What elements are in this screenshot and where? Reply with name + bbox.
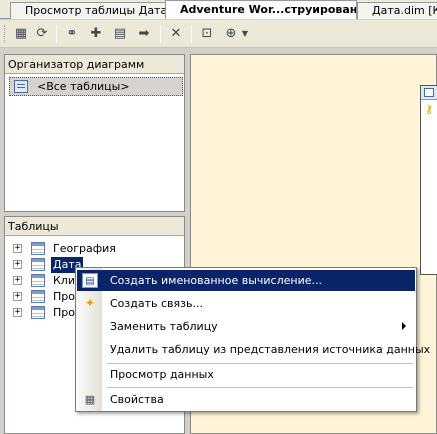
tables-pane-title: Таблицы xyxy=(5,217,184,236)
diagram-table-header[interactable] xyxy=(421,86,437,100)
menu-item-properties[interactable]: ▦ Свойства xyxy=(77,389,415,410)
expand-icon[interactable]: + xyxy=(13,308,22,317)
delete-icon[interactable]: ✕ xyxy=(167,25,185,43)
table-icon xyxy=(31,274,45,287)
diagram-item-all-tables[interactable]: <Все таблицы> xyxy=(9,77,183,96)
new-relationship-icon[interactable]: ⚭ xyxy=(63,25,81,43)
expand-icon[interactable]: + xyxy=(13,244,22,253)
table-label: География xyxy=(53,242,116,255)
diagram-organizer-title: Организатор диаграмм xyxy=(5,55,184,74)
diagram-table-box[interactable]: ⚷ xyxy=(420,85,437,275)
menu-item-explore-data[interactable]: Просмотр данных xyxy=(77,364,415,385)
table-icon xyxy=(31,242,45,255)
add-remove-tables-icon[interactable]: ▦ xyxy=(12,25,30,43)
menu-separator xyxy=(107,387,413,388)
expand-icon[interactable]: + xyxy=(13,292,22,301)
diagram-item-label: <Все таблицы> xyxy=(37,80,130,93)
menu-item-label: Свойства xyxy=(110,393,164,406)
named-calculation-icon: ▤ xyxy=(82,273,98,288)
table-icon xyxy=(31,290,45,303)
zoom-dropdown-icon[interactable]: ▼ xyxy=(240,25,250,43)
designer-toolbar: ▦ ⟳ ⚭ ✚ ▤ ➡ ✕ ⊡ ⊕ ▼ xyxy=(0,20,437,48)
expand-icon[interactable]: + xyxy=(13,260,22,269)
menu-item-new-relationship[interactable]: ✦ Создать связь... xyxy=(77,293,415,314)
toolbar-separator xyxy=(160,25,161,43)
menu-item-label: Просмотр данных xyxy=(110,368,214,381)
toolbar-grip[interactable] xyxy=(4,25,7,43)
toolbar-separator xyxy=(56,25,57,43)
table-icon xyxy=(31,258,45,271)
refresh-icon[interactable]: ⟳ xyxy=(33,25,51,43)
submenu-arrow-icon xyxy=(402,322,406,330)
document-tab-strip: Просмотр таблицы Дата Дата.dim [Ко Adven… xyxy=(0,0,437,19)
key-icon: ⚷ xyxy=(425,103,434,116)
diagram-organizer-pane: Организатор диаграмм <Все таблицы> xyxy=(4,54,185,212)
menu-item-new-named-calculation[interactable]: ▤ Создать именованное вычисление... xyxy=(77,270,415,291)
menu-item-replace-table[interactable]: Заменить таблицу xyxy=(77,316,415,337)
toolbar-separator xyxy=(191,25,192,43)
menu-item-delete-table[interactable]: Удалить таблицу из представления источни… xyxy=(77,339,430,360)
zoom-icon[interactable]: ⊕ xyxy=(222,25,240,43)
properties-icon: ▦ xyxy=(84,393,96,406)
menu-item-label: Удалить таблицу из представления источни… xyxy=(110,343,431,356)
tab-dsv-designer[interactable]: Adventure Wor...струирование] xyxy=(165,0,357,19)
menu-item-label: Создать связь... xyxy=(110,297,203,310)
context-menu: ▤ Создать именованное вычисление... ✦ Со… xyxy=(75,267,430,412)
new-named-query-icon[interactable]: ✚ xyxy=(87,25,105,43)
named-calculation-icon[interactable]: ▤ xyxy=(111,25,129,43)
menu-item-label: Заменить таблицу xyxy=(110,320,218,333)
expand-icon[interactable]: + xyxy=(13,276,22,285)
explore-data-icon[interactable]: ⊡ xyxy=(198,25,216,43)
table-icon xyxy=(31,306,45,319)
new-relationship-icon: ✦ xyxy=(84,296,96,310)
tab-table-view[interactable]: Просмотр таблицы Дата xyxy=(10,2,170,19)
replace-table-icon[interactable]: ➡ xyxy=(135,25,153,43)
diagram-icon xyxy=(14,80,28,93)
table-icon xyxy=(424,88,434,97)
tab-date-dim[interactable]: Дата.dim [Ко xyxy=(357,2,437,19)
menu-item-label: Создать именованное вычисление... xyxy=(110,274,322,287)
